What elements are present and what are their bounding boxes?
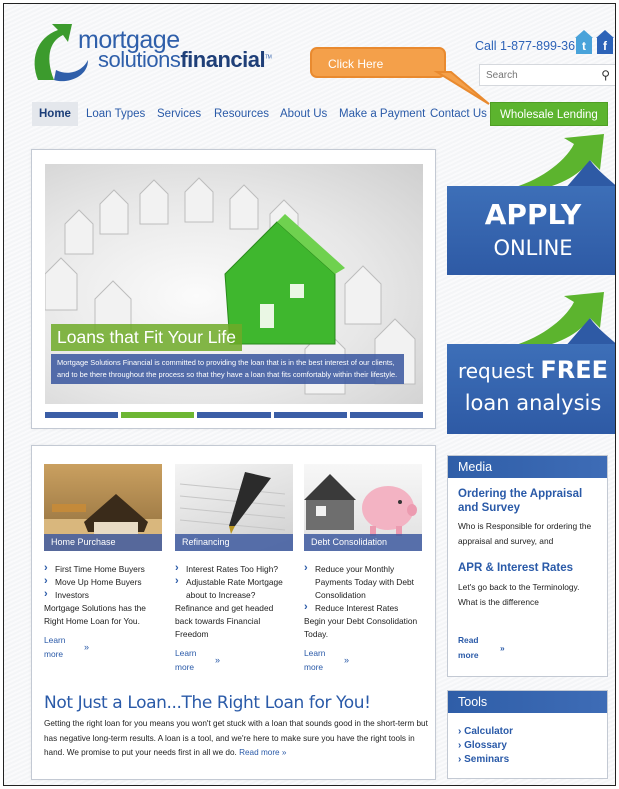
logo-text-financial: financial	[180, 47, 266, 72]
slide-title: Loans that Fit Your Life	[51, 324, 243, 351]
apply-text: APPLY	[484, 198, 582, 231]
slide-dot-4[interactable]	[273, 412, 347, 418]
media-article-title[interactable]: APR & Interest Rates	[448, 561, 607, 575]
tool-calculator-link[interactable]: › Calculator	[458, 725, 597, 739]
slide-dot-5[interactable]	[349, 412, 424, 418]
loan-options-panel: Home Purchase First Time Home Buyers Mov…	[31, 445, 436, 780]
card-text: Begin your Debt Consolidation Today.	[304, 616, 418, 639]
page-frame: mortgage solutionsfinancialTM Click Here…	[3, 3, 616, 786]
logo-text-solutions: solutionsfinancialTM	[98, 47, 272, 73]
apply-online-banner[interactable]: APPLY ONLINE	[447, 186, 615, 275]
click-here-callout: Click Here	[310, 47, 446, 78]
hero-slider: Loans that Fit Your Life Mortgage Soluti…	[31, 149, 436, 429]
apply-arrow-icon	[504, 134, 615, 190]
card-debt-consolidation: Debt Consolidation Reduce your Monthly P…	[304, 464, 422, 674]
slide-caption: Mortgage Solutions Financial is committe…	[51, 354, 404, 384]
nav-resources[interactable]: Resources	[214, 102, 269, 126]
read-more-link[interactable]: Read more»	[458, 633, 505, 663]
tools-header: Tools	[448, 691, 607, 713]
callout-label: Click Here	[328, 57, 384, 71]
list-item[interactable]: Adjustable Rate Mortgage about to Increa…	[175, 575, 293, 602]
learn-more-link[interactable]: Learn more»	[304, 646, 364, 674]
request-free-text: request FREE	[447, 356, 615, 384]
card-list: First Time Home Buyers Move Up Home Buye…	[44, 562, 162, 602]
list-item[interactable]: First Time Home Buyers	[44, 562, 162, 576]
nav-home[interactable]: Home	[32, 102, 78, 126]
card-caption: Home Purchase	[44, 534, 162, 551]
card-caption: Debt Consolidation	[304, 534, 422, 551]
facebook-icon[interactable]: f	[596, 30, 614, 54]
media-header: Media	[448, 456, 607, 478]
list-item[interactable]: Interest Rates Too High?	[175, 562, 293, 576]
learn-more-link[interactable]: Learn more»	[44, 633, 104, 661]
card-home-purchase: Home Purchase First Time Home Buyers Mov…	[44, 464, 162, 661]
online-text: ONLINE	[493, 236, 573, 260]
intro-body: Getting the right loan for you means you…	[44, 719, 428, 757]
free-text: FREE	[540, 356, 609, 384]
card-refinancing: Refinancing Interest Rates Too High? Adj…	[175, 464, 293, 674]
slide-dot-2[interactable]	[121, 412, 195, 418]
slide-dot-1[interactable]	[45, 412, 119, 418]
slide-dot-3[interactable]	[197, 412, 271, 418]
logo[interactable]: mortgage solutionsfinancialTM	[28, 20, 272, 90]
slide-indicators	[45, 412, 424, 418]
search-icon[interactable]: ⚲	[601, 68, 610, 82]
tool-seminars-link[interactable]: › Seminars	[458, 753, 597, 767]
card-list: Reduce your Monthly Payments Today with …	[304, 562, 422, 615]
card-caption: Refinancing	[175, 534, 293, 551]
intro-text: Getting the right loan for you means you…	[44, 717, 429, 761]
slide-image[interactable]: Loans that Fit Your Life Mortgage Soluti…	[45, 164, 423, 404]
card-image[interactable]: Refinancing	[175, 464, 293, 551]
list-item[interactable]: Reduce Interest Rates	[304, 601, 422, 615]
media-article-text: Let's go back to the Terminology. What i…	[458, 582, 580, 607]
free-analysis-banner[interactable]: request FREE loan analysis	[447, 344, 615, 434]
card-image[interactable]: Debt Consolidation	[304, 464, 422, 551]
request-text: request	[457, 359, 534, 383]
list-item[interactable]: Reduce your Monthly Payments Today with …	[304, 562, 422, 602]
search-input[interactable]	[480, 65, 590, 86]
intro-heading: Not Just a Loan...The Right Loan for You…	[44, 693, 371, 713]
logo-text-solutions-a: solutions	[98, 47, 181, 72]
nav-about-us[interactable]: About Us	[280, 102, 327, 126]
tools-box: Tools › Calculator › Glossary › Seminars	[447, 690, 608, 779]
tool-glossary-link[interactable]: › Glossary	[458, 739, 597, 753]
list-item[interactable]: Move Up Home Buyers	[44, 575, 162, 589]
nav-wholesale-lending[interactable]: Wholesale Lending	[490, 102, 608, 126]
card-list: Interest Rates Too High? Adjustable Rate…	[175, 562, 293, 602]
tools-list: › Calculator › Glossary › Seminars	[448, 713, 607, 767]
loan-analysis-text: loan analysis	[464, 391, 602, 415]
nav-make-a-payment[interactable]: Make a Payment	[339, 102, 425, 126]
card-image[interactable]: Home Purchase	[44, 464, 162, 551]
search-box: ⚲	[479, 64, 615, 86]
twitter-icon[interactable]: t	[575, 30, 593, 54]
nav-contact-us[interactable]: Contact Us	[430, 102, 487, 126]
card-text: Mortgage Solutions has the Right Home Lo…	[44, 603, 146, 626]
nav-loan-types[interactable]: Loan Types	[86, 102, 145, 126]
media-article-title[interactable]: Ordering the Appraisal and Survey	[448, 487, 607, 515]
read-more-link[interactable]: Read more »	[239, 748, 286, 757]
media-box: Media Ordering the Appraisal and Survey …	[447, 455, 608, 677]
media-article-text: Who is Responsible for ordering the appr…	[458, 521, 592, 546]
list-item[interactable]: Investors	[44, 588, 162, 602]
learn-more-link[interactable]: Learn more»	[175, 646, 235, 674]
nav-services[interactable]: Services	[157, 102, 201, 126]
request-arrow-icon	[504, 292, 615, 348]
card-text: Refinance and get headed back towards Fi…	[175, 603, 274, 639]
logo-tm: TM	[265, 54, 272, 61]
phone-number[interactable]: Call 1-877-899-3614	[475, 39, 589, 53]
